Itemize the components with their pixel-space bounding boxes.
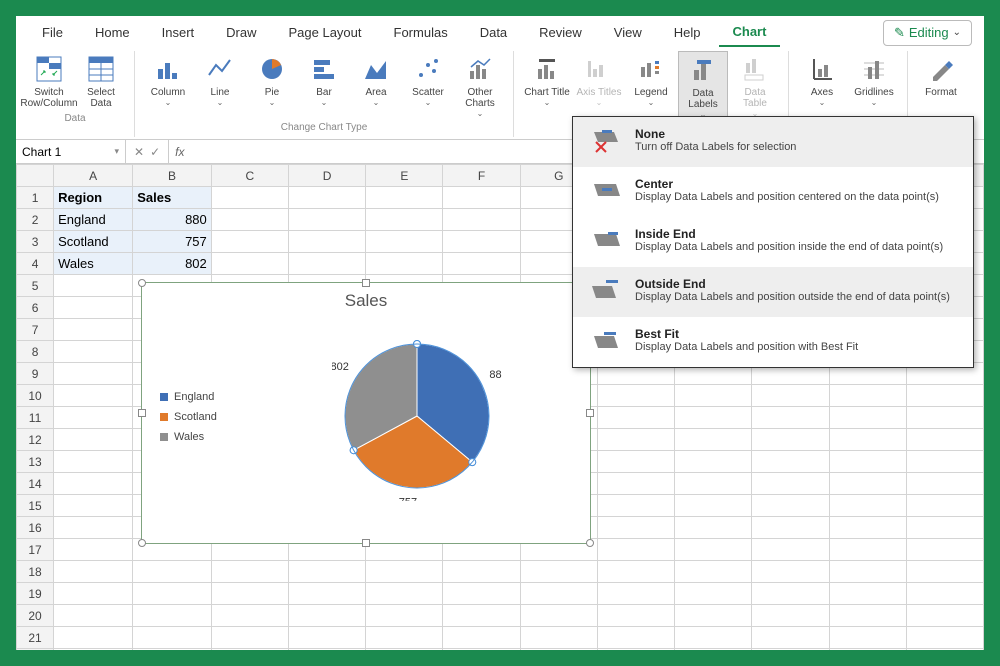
- editing-mode-button[interactable]: ✎ Editing ⌄: [883, 20, 972, 46]
- fx-label: fx: [169, 145, 190, 159]
- data-labels-dropdown: NoneTurn off Data Labels for selection C…: [572, 116, 974, 368]
- group-label-data: Data: [64, 111, 85, 126]
- data-labels-option-none[interactable]: NoneTurn off Data Labels for selection: [573, 117, 973, 167]
- tab-insert[interactable]: Insert: [148, 19, 209, 46]
- data-labels-option-outside-end[interactable]: Outside EndDisplay Data Labels and posit…: [573, 267, 973, 317]
- scatter-chart-button[interactable]: Scatter⌄: [403, 51, 453, 120]
- tab-page-layout[interactable]: Page Layout: [275, 19, 376, 46]
- select-data-button[interactable]: Select Data: [76, 51, 126, 111]
- pencil-icon: ✎: [894, 25, 905, 41]
- best-fit-icon: [587, 327, 623, 357]
- column-chart-button[interactable]: Column⌄: [143, 51, 193, 120]
- tab-view[interactable]: View: [600, 19, 656, 46]
- data-labels-option-best-fit[interactable]: Best FitDisplay Data Labels and position…: [573, 317, 973, 367]
- name-box[interactable]: Chart 1 ▾: [16, 140, 126, 163]
- editing-label: Editing: [909, 25, 949, 40]
- data-table-button: Data Table⌄: [730, 51, 780, 122]
- data-labels-option-inside-end[interactable]: Inside EndDisplay Data Labels and positi…: [573, 217, 973, 267]
- pie-chart-button[interactable]: Pie⌄: [247, 51, 297, 120]
- inside-end-icon: [587, 227, 623, 257]
- legend-item: England: [174, 391, 214, 403]
- ribbon-group-chart-type: Column⌄ Line⌄ Pie⌄ Bar⌄ Area⌄ Scatter⌄ O…: [135, 51, 514, 137]
- data-labels-button[interactable]: Data Labels⌄: [678, 51, 728, 122]
- center-icon: [587, 177, 623, 207]
- none-icon: [587, 127, 623, 157]
- enter-icon[interactable]: ✓: [150, 145, 160, 159]
- format-button[interactable]: Format: [916, 51, 966, 100]
- outside-end-icon: [587, 277, 623, 307]
- chevron-down-icon: ▾: [114, 146, 119, 157]
- tab-home[interactable]: Home: [81, 19, 144, 46]
- svg-text:802: 802: [332, 361, 349, 373]
- chart-title-button[interactable]: Chart Title⌄: [522, 51, 572, 122]
- chart-title[interactable]: Sales: [142, 283, 590, 311]
- data-labels-option-center[interactable]: CenterDisplay Data Labels and position c…: [573, 167, 973, 217]
- chevron-down-icon: ⌄: [953, 27, 961, 38]
- tab-file[interactable]: File: [28, 19, 77, 46]
- svg-text:757: 757: [399, 497, 417, 501]
- cancel-icon[interactable]: ✕: [134, 145, 144, 159]
- excel-app: File Home Insert Draw Page Layout Formul…: [16, 16, 984, 650]
- gridlines-button[interactable]: Gridlines⌄: [849, 51, 899, 109]
- tab-help[interactable]: Help: [660, 19, 715, 46]
- switch-row-column-button[interactable]: Switch Row/Column: [24, 51, 74, 111]
- tab-formulas[interactable]: Formulas: [380, 19, 462, 46]
- axis-titles-button: Axis Titles⌄: [574, 51, 624, 122]
- tab-data[interactable]: Data: [466, 19, 521, 46]
- legend-item: Scotland: [174, 411, 217, 423]
- tab-review[interactable]: Review: [525, 19, 596, 46]
- ribbon-tabs: File Home Insert Draw Page Layout Formul…: [16, 16, 984, 47]
- line-chart-button[interactable]: Line⌄: [195, 51, 245, 120]
- legend-button[interactable]: Legend⌄: [626, 51, 676, 122]
- embedded-chart[interactable]: Sales England Scotland Wales 880 757 802: [141, 282, 591, 544]
- tab-draw[interactable]: Draw: [212, 19, 270, 46]
- pie-chart[interactable]: 880 757 802: [332, 331, 502, 501]
- legend-item: Wales: [174, 431, 204, 443]
- tab-chart[interactable]: Chart: [719, 18, 781, 47]
- svg-text:880: 880: [489, 369, 502, 381]
- axes-button[interactable]: Axes⌄: [797, 51, 847, 109]
- area-chart-button[interactable]: Area⌄: [351, 51, 401, 120]
- bar-chart-button[interactable]: Bar⌄: [299, 51, 349, 120]
- ribbon-group-data: Switch Row/Column Select Data Data: [16, 51, 135, 137]
- chart-legend[interactable]: England Scotland Wales: [160, 391, 217, 451]
- group-label-chart-type: Change Chart Type: [281, 120, 368, 135]
- other-charts-button[interactable]: Other Charts⌄: [455, 51, 505, 120]
